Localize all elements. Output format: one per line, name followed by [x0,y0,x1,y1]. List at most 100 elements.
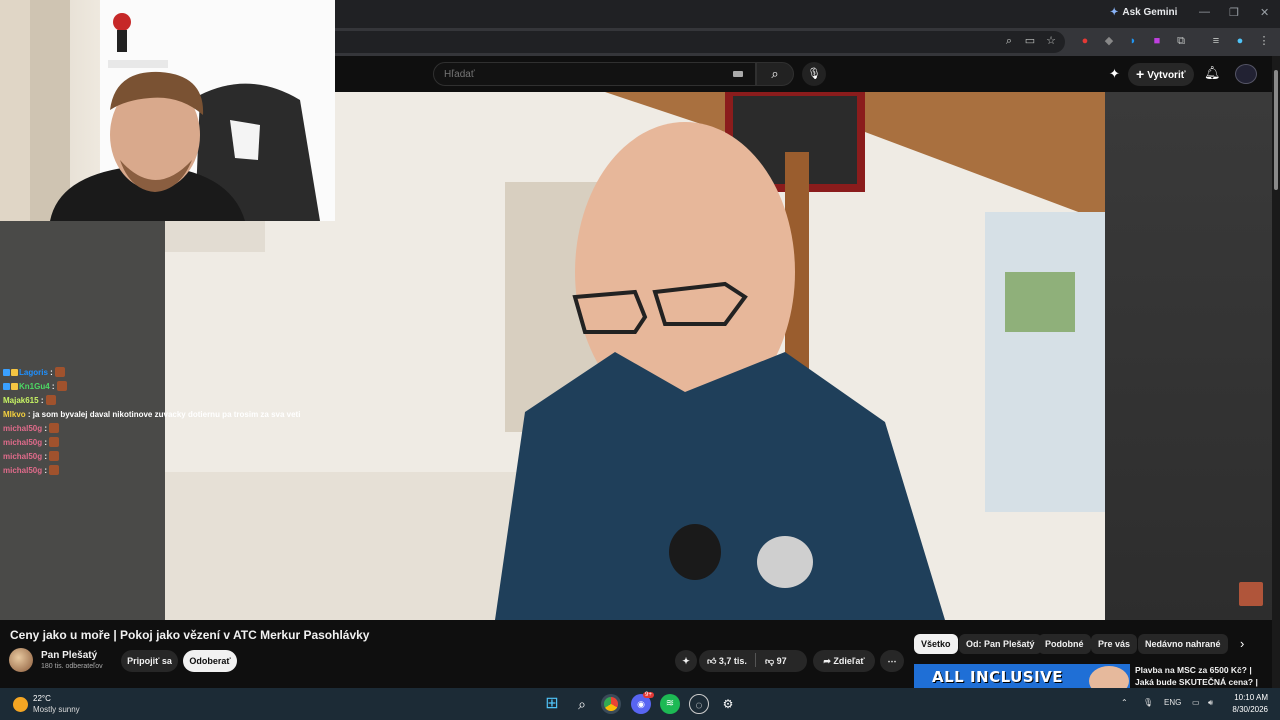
scrollbar-thumb[interactable] [1274,70,1278,190]
create-button[interactable]: + Vytvoriť [1128,63,1194,86]
recommended-video-thumbnail[interactable]: ALL INCLUSIVE [914,664,1130,688]
chat-username: Majak615 [3,396,39,405]
chrome-taskbar-icon[interactable] [601,694,621,714]
browser-titlebar: ✦ Ask Gemini — ❐ ✕ [335,0,1280,28]
extension-gray-icon[interactable]: ◆ [1102,34,1116,48]
more-actions-button[interactable]: ⋯ [880,650,904,672]
extension-audio-icon[interactable]: ◗ [1126,34,1140,48]
chat-username: michal50g [3,424,43,433]
youtube-header: ⌕ 🎙︎ ✦ +Vytvoriť 🔔︎ [335,56,1280,92]
chat-emote-icon [49,423,60,433]
tray-overflow-icon[interactable]: ⌃ [1121,698,1128,707]
gemini-icon: ✦ [1110,7,1119,18]
maximize-button[interactable]: ❐ [1229,6,1239,19]
weather-sun-icon[interactable] [13,697,28,712]
share-button[interactable]: ➦ Zdieľať [813,650,875,672]
extension-purple-icon[interactable]: ■ [1150,34,1164,48]
dislike-button[interactable]: 👎︎ 97 [765,656,787,666]
chat-message: michal50g : [3,436,303,450]
profile-avatar[interactable]: ● [1233,34,1247,48]
windows-start-icon[interactable]: ⊞ [542,694,562,714]
search-button[interactable]: ⌕ [756,62,794,86]
close-window-button[interactable]: ✕ [1260,6,1269,19]
tray-mic-icon[interactable]: 🎙︎ [1143,698,1153,707]
chat-badge-icon [11,383,18,390]
address-bar[interactable] [335,31,1065,53]
taskbar-search-icon[interactable]: ⌕ [572,694,592,714]
bookmark-star-icon[interactable]: ☆ [1044,34,1058,48]
chat-emote-icon [49,465,60,475]
channel-name[interactable]: Pan Plešatý [41,650,97,661]
chat-message: michal50g : [3,422,303,436]
divider [755,653,757,667]
chat-username: Kn1Gu4 [19,382,50,391]
app-taskbar-icon[interactable]: ◌ [689,694,709,714]
page-scrollbar[interactable] [1272,56,1280,688]
account-avatar[interactable] [1235,64,1257,84]
ask-gemini-button[interactable]: ✦ Ask Gemini [1110,7,1177,18]
chip-all[interactable]: Všetko [914,634,958,654]
chip-from-channel[interactable]: Od: Pan Plešatý [959,634,1042,654]
chat-emote-icon [45,395,56,405]
chat-message: Majak615 : [3,394,303,408]
chat-emote-icon [56,381,67,391]
language-indicator[interactable]: ENG [1164,698,1181,707]
chat-message-text: ja som byvalej daval nikotinove zuvacky … [32,410,301,419]
minimize-button[interactable]: — [1199,6,1210,18]
more-icon: ⋯ [887,656,897,666]
gemini-sparkle-icon[interactable]: ✦ [1109,66,1120,82]
windows-taskbar: 22°C Mostly sunny ⊞ ⌕ ◉ 9+ ≋ ◌ ⚙ ⌃ 🎙︎ EN… [0,688,1280,720]
like-button[interactable]: 👍︎ 3,7 tis. [707,656,747,666]
chrome-menu-icon[interactable]: ⋮ [1257,34,1271,48]
chat-badge-icon [3,383,10,390]
extension-red-icon[interactable]: ● [1078,34,1092,48]
channel-avatar[interactable] [9,648,33,672]
chat-message: michal50g : [3,464,303,478]
share-icon: ➦ [823,656,831,666]
voice-search-button[interactable]: 🎙︎ [802,62,826,86]
chat-username: Lagoris [19,368,48,377]
recommended-video-title[interactable]: Plavba na MSC za 6500 Kč? | Jaká bude SK… [1135,664,1265,688]
keyboard-icon[interactable] [733,71,743,77]
chat-username: michal50g [3,466,43,475]
chat-message: Mlkvo : ja som byvalej daval nikotinove … [3,410,301,419]
weather-temp[interactable]: 22°C [33,694,51,703]
chip-recently-uploaded[interactable]: Nedávno nahrané [1138,634,1228,654]
volume-icon[interactable]: 🔊︎ [1208,698,1213,708]
notifications-bell-icon[interactable]: 🔔︎ [1204,65,1221,81]
video-title: Ceny jako u moře | Pokoj jako vězení v A… [10,628,370,642]
network-icon[interactable]: ▭ [1192,698,1200,707]
thumbnail-text: ALL INCLUSIVE [932,668,1064,686]
steam-taskbar-icon[interactable]: ⚙ [718,694,738,714]
chip-for-you[interactable]: Pre vás [1091,634,1138,654]
search-field[interactable] [433,62,756,86]
stream-chat: Lagoris : Kn1Gu4 : Majak615 : Mlkvo : ja… [3,366,303,478]
clock-date[interactable]: 8/30/2026 [1228,705,1268,714]
mic-icon: 🎙︎ [807,68,821,80]
spotify-taskbar-icon[interactable]: ≋ [660,694,680,714]
media-control-icon[interactable]: ≡ [1209,34,1223,48]
chat-username: michal50g [3,452,43,461]
thumbs-down-icon: 👎︎ [764,656,775,666]
chip-related[interactable]: Podobné [1038,634,1091,654]
end-screen-avatar[interactable] [1239,582,1263,606]
chips-next-chevron-icon[interactable]: › [1240,636,1244,651]
chat-username: michal50g [3,438,43,447]
cast-icon[interactable]: ▭ [1023,34,1037,48]
ask-ai-button[interactable]: ✦ [675,650,697,672]
chat-message: Kn1Gu4 : [3,380,303,394]
webcam-image [0,0,335,221]
weather-desc[interactable]: Mostly sunny [33,705,80,714]
sparkle-icon: ✦ [682,656,690,666]
zoom-icon[interactable]: ⌕ [1002,34,1016,48]
unsubscribe-button[interactable]: Odoberať [183,650,237,672]
player-side-area [1105,92,1272,620]
chat-message: Lagoris : [3,366,303,380]
join-button[interactable]: Pripojiť sa [121,650,178,672]
extensions-puzzle-icon[interactable]: ⧉ [1174,34,1188,48]
thumbs-up-icon: 👍︎ [707,656,717,666]
search-icon: ⌕ [771,66,779,81]
clock-time[interactable]: 10:10 AM [1232,693,1268,702]
search-input[interactable] [434,63,714,85]
discord-notification-badge: 9+ [643,692,654,698]
